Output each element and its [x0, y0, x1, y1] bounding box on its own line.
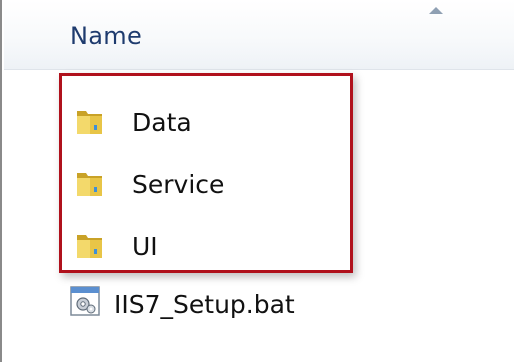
list-item-label: IIS7_Setup.bat: [114, 290, 295, 319]
name-column-label: Name: [70, 22, 143, 50]
list-item-label: Data: [132, 108, 192, 137]
batch-file-icon: [70, 286, 100, 316]
folder-icon: [77, 111, 102, 134]
folder-icon: [77, 235, 102, 258]
list-item-label: Service: [132, 170, 225, 199]
file-explorer-pane: Name Data Service UI IIS7_Setup.bat: [0, 0, 514, 362]
name-column-header[interactable]: Name: [4, 0, 514, 70]
list-item-file-iis7-setup[interactable]: IIS7_Setup.bat: [66, 284, 366, 328]
column-header-bar: Name: [4, 0, 514, 70]
file-list: Data Service UI IIS7_Setup.bat: [4, 70, 514, 362]
list-item-label: UI: [132, 232, 158, 261]
sort-ascending-icon: [429, 7, 443, 14]
list-item-folder-service[interactable]: Service: [66, 164, 366, 208]
list-item-folder-ui[interactable]: UI: [66, 226, 366, 270]
list-item-folder-data[interactable]: Data: [66, 102, 366, 146]
folder-icon: [77, 173, 102, 196]
